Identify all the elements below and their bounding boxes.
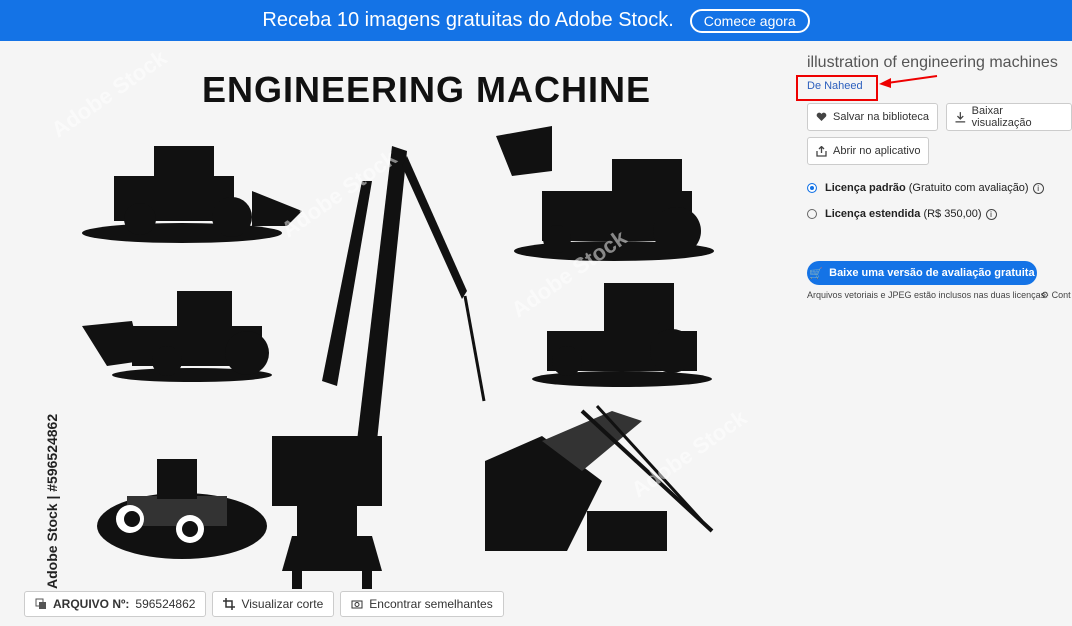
loader-mid-left	[82, 291, 272, 382]
red-arrow-icon	[879, 75, 938, 88]
author-link[interactable]: De Naheed	[807, 80, 863, 92]
loader-mid-right	[532, 283, 712, 387]
asset-title: illustration of engineering machines	[807, 54, 1058, 71]
find-similar-label: Encontrar semelhantes	[369, 597, 493, 611]
open-in-app-button[interactable]: Abrir no aplicativo	[807, 137, 930, 165]
side-watermark: Adobe Stock | #596524862	[44, 413, 60, 589]
download-preview-button[interactable]: Baixar visualização	[946, 103, 1072, 131]
find-similar-button[interactable]: Encontrar semelhantes	[340, 591, 504, 617]
license-standard-label: Licença padrão	[825, 182, 906, 194]
free-trial-button[interactable]: 🛒 Baixe uma versão de avaliação gratuita	[807, 261, 1037, 285]
loader-top-left	[82, 146, 302, 243]
view-crop-label: Visualizar corte	[241, 597, 324, 611]
save-library-label: Salvar na biblioteca	[833, 111, 930, 123]
download-preview-label: Baixar visualização	[971, 105, 1032, 129]
license-standard-note: (Gratuito com avaliação)	[908, 182, 1029, 194]
excavator-bottom-right	[485, 404, 714, 551]
start-now-button[interactable]: Comece agora	[689, 8, 810, 33]
details-panel: illustration of engineering machines De …	[796, 54, 1072, 300]
save-library-button[interactable]: Salvar na biblioteca	[807, 103, 939, 131]
file-number-label: ARQUIVO Nº:	[53, 597, 130, 611]
machines-illustration	[82, 126, 714, 589]
radio-unselected[interactable]	[807, 209, 817, 219]
license-note: Arquivos vetoriais e JPEG estão inclusos…	[807, 290, 1046, 300]
share-icon	[816, 145, 827, 157]
radio-selected[interactable]	[807, 183, 817, 193]
download-icon	[955, 111, 966, 122]
view-crop-button[interactable]: Visualizar corte	[212, 591, 335, 617]
camera-icon	[351, 600, 363, 609]
free-trial-label: Baixe uma versão de avaliação gratuita	[829, 267, 1035, 279]
image-actions-bar: ARQUIVO Nº: 596524862 Visualizar corte E…	[24, 591, 504, 617]
open-in-app-label: Abrir no aplicativo	[833, 145, 921, 157]
license-extended-option[interactable]: Licença estendida (R$ 350,00) i	[807, 208, 997, 220]
compare-licenses-link[interactable]: ⚙ Cont	[1041, 290, 1071, 301]
file-number-chip[interactable]: ARQUIVO Nº: 596524862	[24, 591, 207, 617]
loader-bottom-left	[97, 459, 267, 559]
crop-icon	[223, 598, 236, 610]
license-extended-price: (R$ 350,00)	[923, 208, 982, 220]
cart-icon: 🛒	[809, 267, 824, 280]
license-extended-label: Licença estendida	[825, 208, 921, 220]
heart-icon	[816, 112, 827, 121]
banner-text: Receba 10 imagens gratuitas do Adobe Sto…	[262, 9, 674, 31]
author-highlight: De Naheed	[796, 75, 878, 101]
compare-licenses-label: Cont	[1051, 290, 1071, 300]
info-icon[interactable]: i	[1032, 182, 1044, 194]
info-icon[interactable]: i	[985, 208, 997, 220]
file-number-value: 596524862	[135, 597, 196, 611]
copy-icon	[35, 598, 46, 609]
promo-banner: Receba 10 imagens gratuitas do Adobe Sto…	[0, 0, 1072, 41]
gear-icon: ⚙	[1041, 290, 1050, 300]
image-preview: ENGINEERING MACHINE Adobe Stock Adobe St…	[22, 41, 782, 589]
license-standard-option[interactable]: Licença padrão (Gratuito com avaliação) …	[807, 182, 1044, 194]
